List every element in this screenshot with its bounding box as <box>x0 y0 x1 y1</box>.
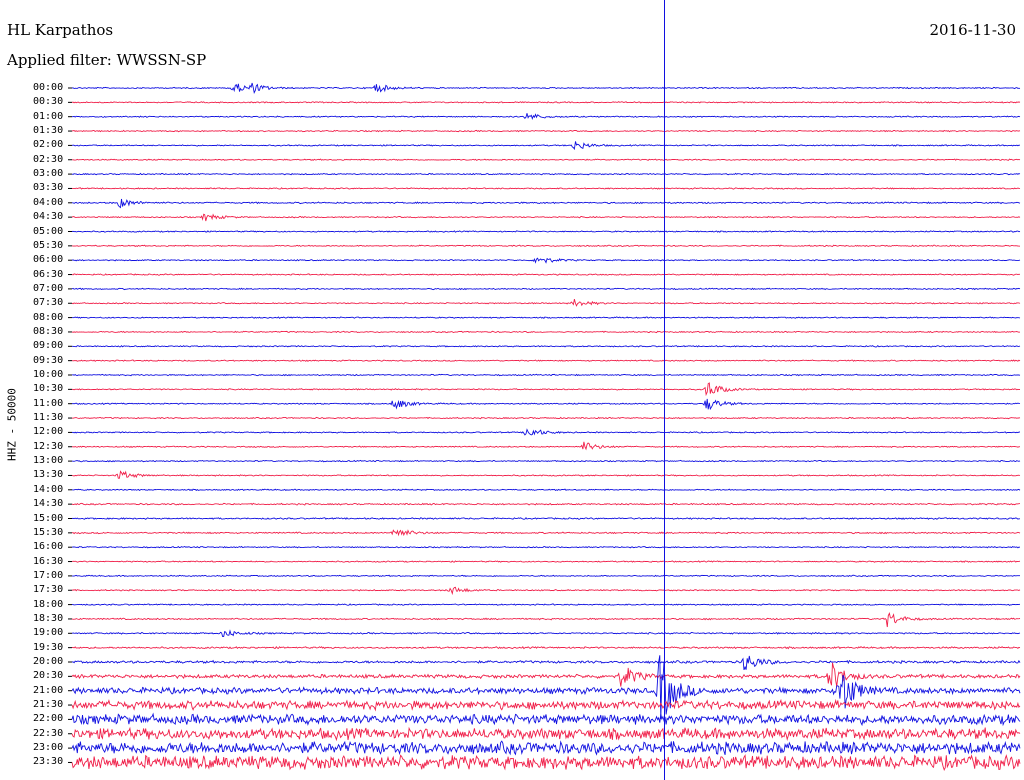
trace-2330 <box>71 754 1021 771</box>
trace-0300 <box>71 172 1021 176</box>
trace-1400 <box>71 488 1021 492</box>
trace-0230 <box>72 158 1021 161</box>
trace-1930 <box>71 646 1021 650</box>
trace-1430 <box>71 502 1021 506</box>
trace-0830 <box>71 330 1021 334</box>
trace-0100 <box>72 113 1021 120</box>
trace-0930 <box>71 359 1021 362</box>
trace-1700 <box>71 574 1020 578</box>
trace-0000 <box>71 82 1021 94</box>
trace-1800 <box>72 603 1021 606</box>
trace-0730 <box>71 298 1021 307</box>
trace-0200 <box>71 141 1020 151</box>
trace-0500 <box>71 230 1021 233</box>
trace-2000 <box>71 655 1021 671</box>
trace-0700 <box>71 287 1021 291</box>
trace-1030 <box>71 382 1021 397</box>
trace-1900 <box>71 629 1021 637</box>
trace-2230 <box>71 726 1021 742</box>
trace-0800 <box>71 316 1021 319</box>
trace-2300 <box>71 740 1021 756</box>
seismogram-plot <box>68 0 1021 780</box>
trace-0530 <box>71 244 1021 248</box>
trace-0900 <box>72 344 1021 348</box>
trace-1100 <box>71 398 1021 411</box>
trace-0030 <box>71 101 1021 104</box>
trace-1230 <box>71 441 1021 451</box>
trace-1600 <box>71 545 1021 549</box>
trace-1200 <box>71 428 1021 436</box>
trace-1130 <box>71 416 1021 420</box>
trace-0430 <box>71 213 1021 222</box>
trace-2100 <box>71 655 1021 720</box>
trace-2030 <box>71 662 1021 687</box>
trace-0600 <box>71 257 1021 264</box>
trace-0630 <box>71 273 1020 276</box>
trace-1330 <box>71 470 1021 479</box>
trace-1000 <box>71 373 1021 377</box>
trace-1730 <box>71 586 1021 596</box>
trace-0130 <box>71 129 1021 133</box>
trace-0400 <box>72 198 1021 209</box>
trace-1630 <box>71 560 1021 563</box>
trace-1500 <box>71 516 1020 520</box>
trace-1530 <box>71 529 1021 537</box>
trace-1300 <box>71 459 1021 463</box>
trace-0330 <box>72 187 1021 190</box>
trace-2200 <box>71 712 1021 727</box>
trace-2130 <box>71 698 1021 712</box>
trace-1830 <box>71 611 1021 628</box>
